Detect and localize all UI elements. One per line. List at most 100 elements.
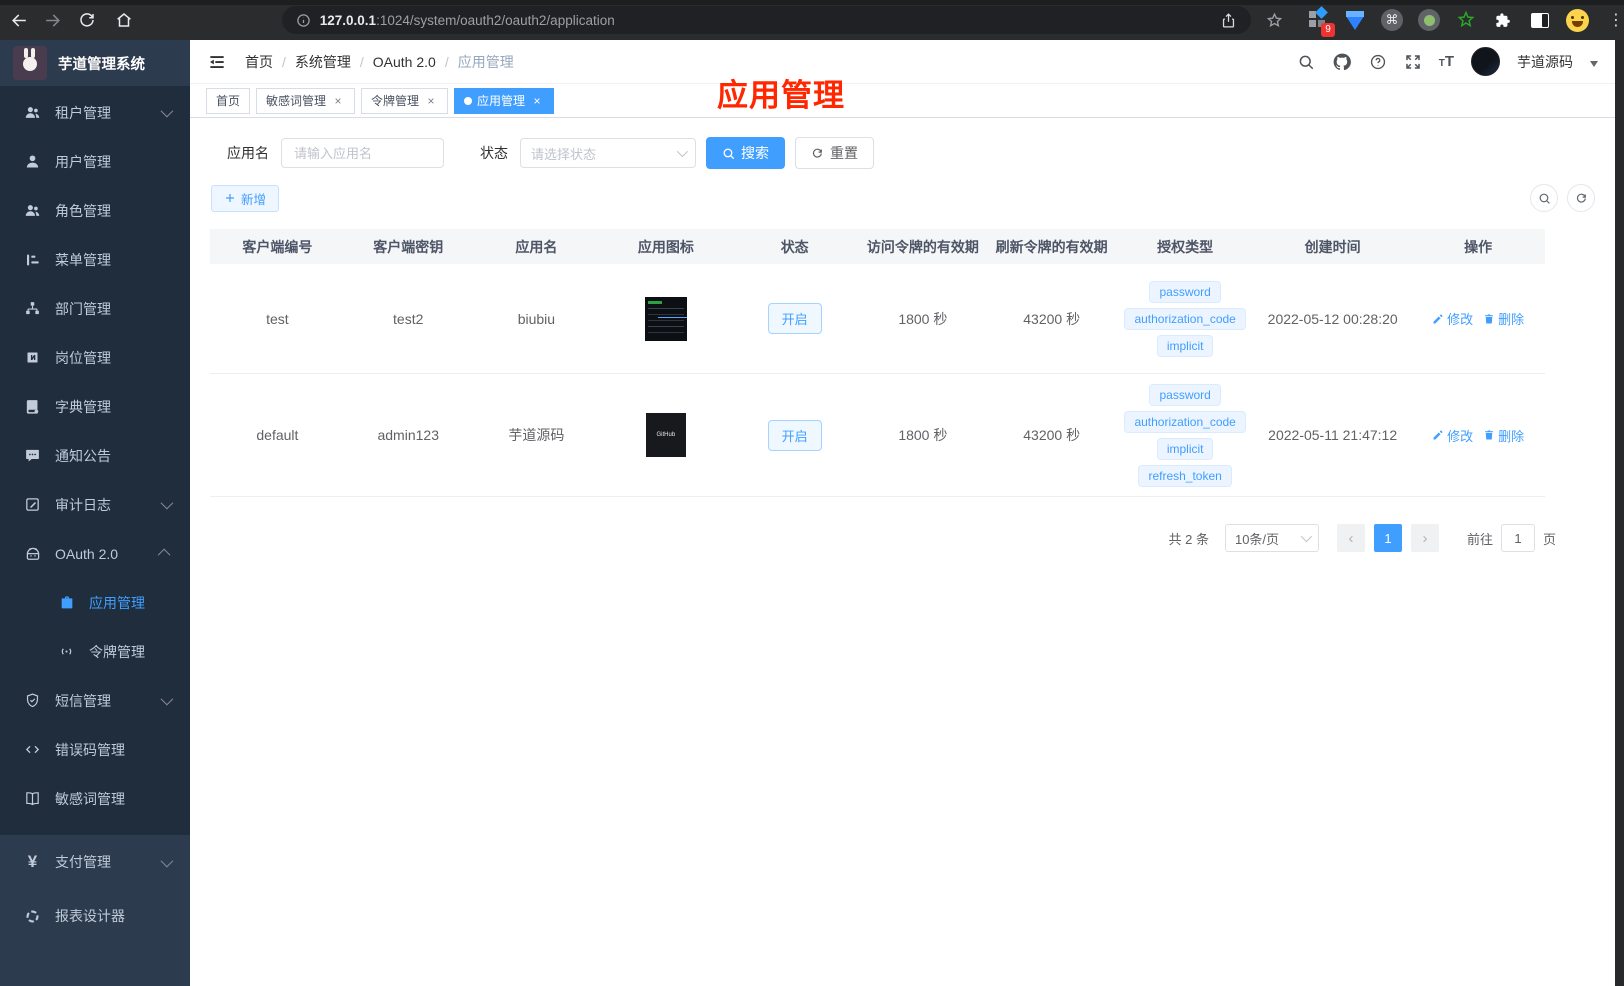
browser-forward-icon[interactable] bbox=[41, 8, 65, 32]
browser-back-icon[interactable] bbox=[8, 8, 32, 32]
table-row: default admin123 芋道源码 GitHub 开启 1800 秒 43200 秒… bbox=[210, 374, 1545, 497]
edit-label: 修改 bbox=[1447, 312, 1474, 327]
sidebar-item-角色管理[interactable]: 角色管理 bbox=[0, 186, 190, 235]
sidebar-item-label: 岗位管理 bbox=[55, 349, 111, 366]
delete-button[interactable]: 删除 bbox=[1483, 309, 1524, 328]
sidebar-item-部门管理[interactable]: 部门管理 bbox=[0, 284, 190, 333]
help-icon[interactable] bbox=[1369, 53, 1387, 71]
cell-app-icon bbox=[601, 296, 730, 341]
chevron-up-icon bbox=[157, 548, 171, 562]
tab-首页[interactable]: 首页 bbox=[206, 87, 251, 114]
id-badge-icon bbox=[23, 350, 42, 365]
emoji-extension-icon[interactable] bbox=[1565, 8, 1589, 32]
dictionary-icon bbox=[23, 398, 42, 415]
reset-button[interactable]: 重置 bbox=[795, 137, 874, 169]
breadcrumb-item[interactable]: 首页 bbox=[245, 52, 273, 72]
sidebar-item-label: 应用管理 bbox=[89, 594, 145, 611]
extension-puzzle-icon[interactable] bbox=[1491, 8, 1515, 32]
sidebar-item-审计日志[interactable]: 审计日志 bbox=[0, 480, 190, 529]
sidebar-item-label: 审计日志 bbox=[55, 496, 111, 513]
sidebar-item-敏感词管理[interactable]: 敏感词管理 bbox=[0, 774, 190, 823]
sidebar-item-字典管理[interactable]: 字典管理 bbox=[0, 382, 190, 431]
sidebar-item-支付管理[interactable]: ¥ 支付管理 bbox=[0, 835, 190, 889]
cell-text: test bbox=[266, 310, 289, 327]
sidebar-item-通知公告[interactable]: 通知公告 bbox=[0, 431, 190, 480]
collapse-sidebar-icon[interactable] bbox=[207, 52, 227, 72]
extension-record-icon[interactable] bbox=[1417, 8, 1441, 32]
people-icon bbox=[23, 202, 42, 219]
close-tab-icon[interactable]: × bbox=[331, 94, 345, 108]
user-avatar[interactable] bbox=[1471, 47, 1500, 76]
cell-app-icon: GitHub bbox=[601, 413, 730, 457]
sidebar-item-错误码管理[interactable]: 错误码管理 bbox=[0, 725, 190, 774]
fullscreen-icon[interactable] bbox=[1404, 53, 1422, 71]
status-badge[interactable]: 开启 bbox=[767, 419, 822, 451]
extension-star-icon[interactable] bbox=[1454, 8, 1478, 32]
sidebar-item-label: OAuth 2.0 bbox=[55, 545, 119, 562]
breadcrumb-separator: / bbox=[359, 53, 364, 70]
sidebar-item-label: 通知公告 bbox=[55, 447, 111, 464]
sidebar-item-令牌管理[interactable]: 令牌管理 bbox=[0, 627, 190, 676]
site-info-icon[interactable] bbox=[296, 13, 311, 28]
next-page-button[interactable]: › bbox=[1410, 524, 1439, 552]
sidebar-item-用户管理[interactable]: 用户管理 bbox=[0, 137, 190, 186]
sidebar-item-OAuth 2.0[interactable]: OAuth 2.0 bbox=[0, 529, 190, 578]
extension-grid-icon[interactable]: 9 bbox=[1306, 6, 1336, 37]
grant-tag: implicit bbox=[1156, 334, 1214, 357]
cell-grant-types: password authorization_code implicit refres… bbox=[1116, 383, 1254, 487]
goto-label: 前往 bbox=[1466, 531, 1493, 547]
chevron-down-icon bbox=[160, 496, 174, 510]
cell-text: admin123 bbox=[377, 427, 439, 443]
user-menu-caret-icon[interactable] bbox=[1590, 60, 1598, 67]
sidebar-item-报表设计器[interactable]: 报表设计器 bbox=[0, 889, 190, 943]
prev-page-button[interactable]: ‹ bbox=[1336, 524, 1365, 552]
refresh-table-icon[interactable] bbox=[1567, 184, 1595, 212]
menu-tree-icon bbox=[23, 252, 42, 268]
scrollbar-track[interactable] bbox=[1615, 40, 1624, 986]
current-page-button[interactable]: 1 bbox=[1373, 524, 1402, 552]
tab-敏感词管理[interactable]: 敏感词管理 × bbox=[256, 87, 356, 114]
sidebar-item-租户管理[interactable]: 租户管理 bbox=[0, 88, 190, 137]
sidebar-item-label: 字典管理 bbox=[55, 398, 111, 415]
extension-gem-icon[interactable] bbox=[1343, 8, 1367, 32]
address-bar[interactable]: 127.0.0.1:1024/system/oauth2/oauth2/appl… bbox=[281, 6, 1252, 34]
extension-command-icon[interactable]: ⌘ bbox=[1380, 8, 1404, 32]
font-size-icon[interactable]: TT bbox=[1439, 53, 1454, 70]
search-button[interactable]: 搜索 bbox=[706, 137, 785, 169]
main-area: 首页 / 系统管理 / OAuth 2.0/应用管理 TT 芋道源码 应用管理 … bbox=[190, 40, 1615, 986]
delete-button[interactable]: 删除 bbox=[1483, 426, 1524, 445]
side-panel-icon[interactable] bbox=[1528, 8, 1552, 32]
toggle-search-icon[interactable] bbox=[1530, 184, 1558, 212]
sidebar-item-短信管理[interactable]: 短信管理 bbox=[0, 676, 190, 725]
share-icon[interactable] bbox=[1220, 12, 1237, 29]
sidebar-item-岗位管理[interactable]: 岗位管理 bbox=[0, 333, 190, 382]
sidebar-item-应用管理[interactable]: 应用管理 bbox=[0, 578, 190, 627]
goto-page-input[interactable] bbox=[1500, 524, 1535, 552]
edit-button[interactable]: 修改 bbox=[1432, 426, 1473, 445]
bookmark-star-icon[interactable] bbox=[1265, 11, 1284, 30]
github-icon[interactable] bbox=[1332, 52, 1352, 72]
breadcrumb-item[interactable]: OAuth 2.0 bbox=[373, 54, 436, 70]
edit-button[interactable]: 修改 bbox=[1432, 309, 1473, 328]
url-text: 127.0.0.1:1024/system/oauth2/oauth2/appl… bbox=[319, 12, 615, 28]
tab-应用管理[interactable]: 应用管理 × bbox=[454, 87, 555, 114]
name-filter-input[interactable] bbox=[281, 138, 444, 168]
add-button[interactable]: 新增 bbox=[211, 184, 280, 212]
status-filter-select[interactable]: 请选择状态 bbox=[520, 138, 696, 168]
page-size-select[interactable]: 10条/页 bbox=[1224, 524, 1319, 552]
browser-home-icon[interactable] bbox=[112, 8, 136, 32]
grant-tag: implicit bbox=[1156, 437, 1214, 460]
table-row: test test2 biubiu 开启 1800 秒 43200 秒 password au… bbox=[210, 264, 1545, 374]
status-badge[interactable]: 开启 bbox=[767, 303, 822, 334]
breadcrumb-item[interactable]: 系统管理 bbox=[295, 52, 351, 72]
grant-tags: password authorization_code implicit bbox=[1116, 280, 1254, 357]
sidebar-item-菜单管理[interactable]: 菜单管理 bbox=[0, 235, 190, 284]
cell-text: biubiu bbox=[517, 310, 556, 327]
close-tab-icon[interactable]: × bbox=[530, 94, 544, 108]
app-logo[interactable]: 芋道管理系统 bbox=[0, 40, 190, 86]
browser-menu-icon[interactable]: ⋮ bbox=[1608, 10, 1624, 30]
close-tab-icon[interactable]: × bbox=[424, 94, 438, 108]
search-icon[interactable] bbox=[1297, 53, 1315, 71]
tab-令牌管理[interactable]: 令牌管理 × bbox=[361, 87, 449, 114]
browser-reload-icon[interactable] bbox=[75, 8, 99, 32]
